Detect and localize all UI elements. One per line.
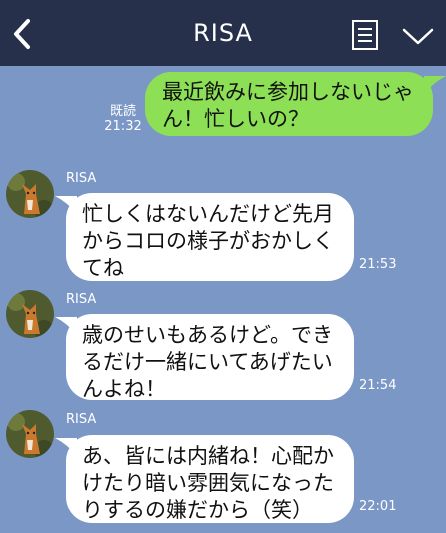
read-receipt: 既読: [109, 104, 136, 119]
avatar[interactable]: [6, 290, 54, 338]
fox-avatar-icon: [6, 170, 54, 218]
received-message-bubble[interactable]: 歳のせいもあるけど。でき るだけ一緒にいてあげたい んよね！: [66, 314, 354, 401]
notes-button[interactable]: [351, 19, 379, 51]
message-time: 21:54: [359, 378, 397, 393]
sent-meta: 既読 21:32: [103, 104, 143, 134]
sender-name: RISA: [66, 412, 97, 427]
received-message-bubble[interactable]: あ、皆には内緒ね！心配か けたり暗い雰囲気になった りするの嫌だから（笑）: [66, 435, 354, 523]
received-message-bubble[interactable]: 忙しくはないんだけど先月 からコロの様子がおかしく てね: [66, 193, 354, 281]
sent-message-bubble[interactable]: 最近飲みに参加しないじゃ ん！忙しいの？: [145, 72, 433, 136]
notes-icon: [352, 20, 378, 50]
message-time: 21:53: [359, 257, 397, 272]
message-time: 22:01: [359, 499, 397, 514]
chat-title: RISA: [193, 19, 253, 47]
sender-name: RISA: [66, 292, 97, 307]
chevron-down-icon: [402, 28, 434, 45]
chat-header: RISA: [0, 0, 446, 66]
collapse-button[interactable]: [401, 26, 435, 48]
fox-avatar-icon: [6, 410, 54, 458]
sent-time: 21:32: [104, 119, 142, 134]
avatar[interactable]: [6, 410, 54, 458]
avatar[interactable]: [6, 170, 54, 218]
sender-name: RISA: [66, 171, 97, 186]
fox-avatar-icon: [6, 290, 54, 338]
